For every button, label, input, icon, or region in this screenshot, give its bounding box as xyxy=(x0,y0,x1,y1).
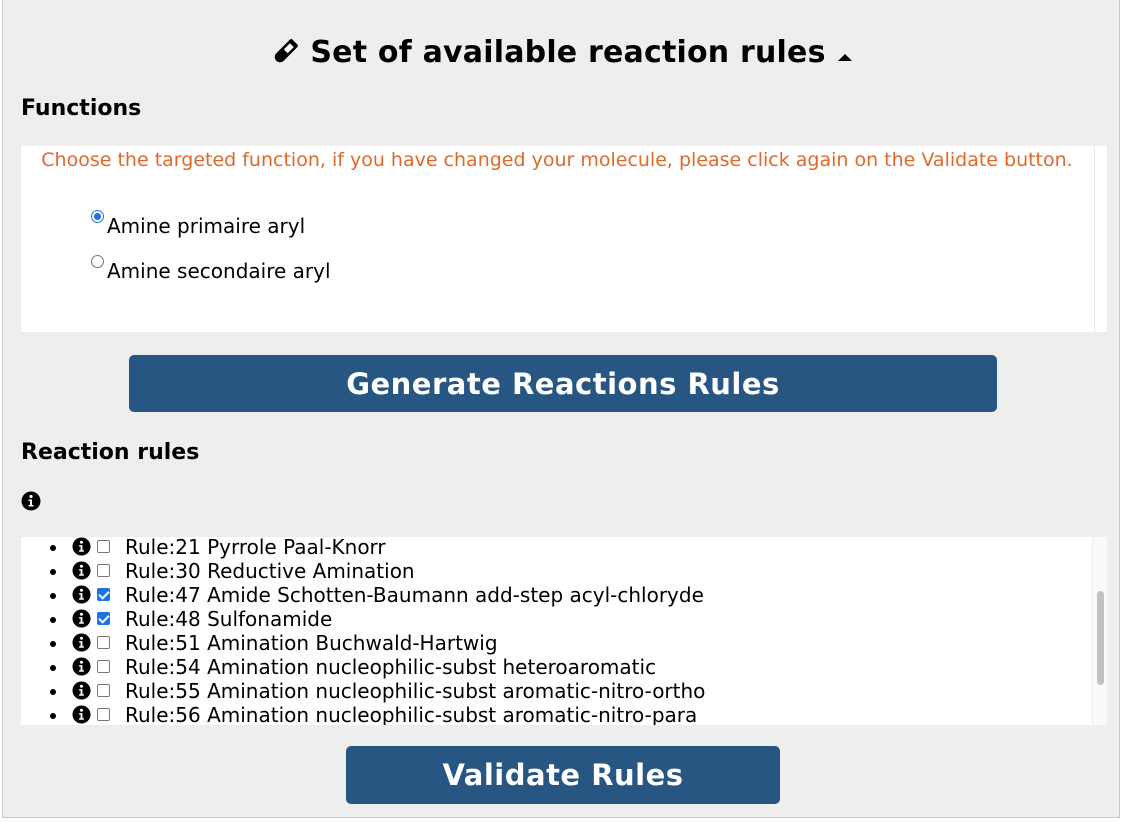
scrollbar-thumb[interactable] xyxy=(1097,591,1104,685)
vial-icon xyxy=(270,37,300,67)
info-circle-icon[interactable] xyxy=(21,491,41,511)
rule-label: Rule:54 Amination nucleophilic-subst het… xyxy=(125,655,657,679)
rule-item: Rule:51 Amination Buchwald-Hartwig xyxy=(21,631,1091,655)
rule-label: Rule:56 Amination nucleophilic-subst aro… xyxy=(125,703,698,725)
bullet xyxy=(50,593,56,599)
function-option-label[interactable]: Amine secondaire aryl xyxy=(107,259,331,283)
functions-heading: Functions xyxy=(21,96,142,121)
bullet xyxy=(50,641,56,647)
info-circle-icon[interactable] xyxy=(72,537,91,556)
rule-item: Rule:48 Sulfonamide xyxy=(21,607,1091,631)
rule-label: Rule:55 Amination nucleophilic-subst aro… xyxy=(125,679,706,703)
rule-label: Rule:30 Reductive Amination xyxy=(125,559,415,583)
reaction-rules-heading: Reaction rules xyxy=(21,440,200,465)
radio-button[interactable] xyxy=(91,255,104,268)
info-circle-icon[interactable] xyxy=(72,585,91,604)
rule-item: Rule:30 Reductive Amination xyxy=(21,559,1091,583)
rule-checkbox[interactable] xyxy=(97,660,110,673)
bullet xyxy=(50,665,56,671)
info-circle-icon[interactable] xyxy=(72,705,91,724)
rule-item: Rule:56 Amination nucleophilic-subst aro… xyxy=(21,703,1091,725)
caret-up-icon[interactable] xyxy=(836,47,854,61)
scrollbar-track[interactable] xyxy=(1092,537,1107,725)
info-circle-icon[interactable] xyxy=(72,633,91,652)
bullet xyxy=(50,569,56,575)
reaction-rules-list: Rule:21 Pyrrole Paal-Knorr Rule:30 Reduc… xyxy=(21,537,1091,725)
bullet xyxy=(50,617,56,623)
info-circle-icon[interactable] xyxy=(72,681,91,700)
panel-title: Set of available reaction rules xyxy=(310,34,826,70)
scroll-edge xyxy=(1094,146,1095,332)
rule-label: Rule:21 Pyrrole Paal-Knorr xyxy=(125,537,386,559)
generate-reactions-rules-button[interactable]: Generate Reactions Rules xyxy=(129,355,997,412)
bullet xyxy=(50,545,56,551)
functions-container: Choose the targeted function, if you hav… xyxy=(21,146,1107,332)
rule-checkbox[interactable] xyxy=(97,636,110,649)
bullet xyxy=(50,713,56,719)
rule-label: Rule:51 Amination Buchwald-Hartwig xyxy=(125,631,498,655)
rule-checkbox[interactable] xyxy=(97,588,110,601)
rule-checkbox[interactable] xyxy=(97,684,110,697)
rule-item: Rule:47 Amide Schotten-Baumann add-step … xyxy=(21,583,1091,607)
info-circle-icon[interactable] xyxy=(72,609,91,628)
rule-checkbox[interactable] xyxy=(97,612,110,625)
function-option-label[interactable]: Amine primaire aryl xyxy=(107,214,305,238)
rule-checkbox[interactable] xyxy=(97,564,110,577)
reaction-rules-panel: Set of available reaction rules Function… xyxy=(2,0,1120,818)
info-circle-icon[interactable] xyxy=(72,657,91,676)
bullet xyxy=(50,689,56,695)
rule-checkbox[interactable] xyxy=(97,540,110,553)
rule-item: Rule:54 Amination nucleophilic-subst het… xyxy=(21,655,1091,679)
rule-checkbox[interactable] xyxy=(97,708,110,721)
reaction-rules-list-container[interactable]: Rule:21 Pyrrole Paal-Knorr Rule:30 Reduc… xyxy=(21,537,1107,725)
radio-button[interactable] xyxy=(91,210,104,223)
panel-header[interactable]: Set of available reaction rules xyxy=(3,30,1121,74)
function-option-amine-primaire-aryl[interactable]: Amine primaire aryl xyxy=(91,210,305,238)
rule-label: Rule:47 Amide Schotten-Baumann add-step … xyxy=(125,583,704,607)
rule-item: Rule:21 Pyrrole Paal-Knorr xyxy=(21,537,1091,559)
function-option-amine-secondaire-aryl[interactable]: Amine secondaire aryl xyxy=(91,255,331,283)
rule-label: Rule:48 Sulfonamide xyxy=(125,607,333,631)
functions-notice: Choose the targeted function, if you hav… xyxy=(41,149,1073,171)
rule-item: Rule:55 Amination nucleophilic-subst aro… xyxy=(21,679,1091,703)
validate-rules-button[interactable]: Validate Rules xyxy=(346,746,780,804)
info-circle-icon[interactable] xyxy=(72,561,91,580)
